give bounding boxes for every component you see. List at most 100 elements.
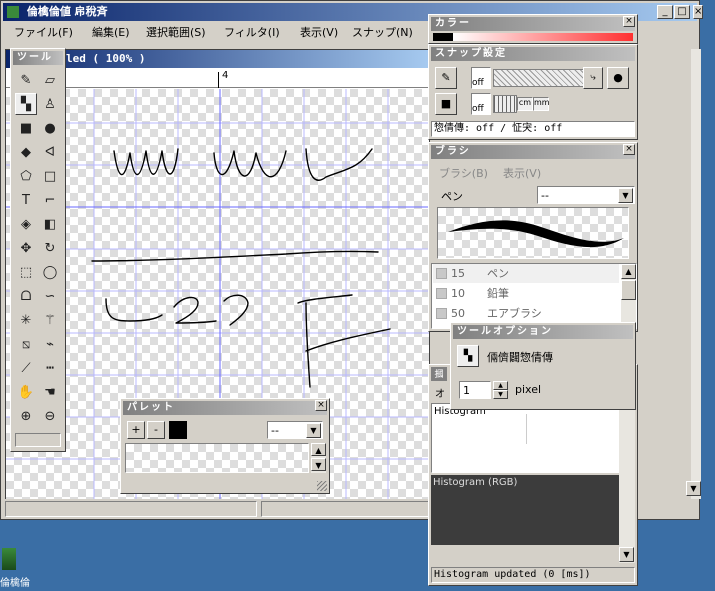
histogram-status: Histogram updated (0 [ms]) — [431, 567, 635, 583]
menu-select[interactable]: 選択範囲(S) — [141, 24, 211, 42]
document-titlebar[interactable]: led ( 100% ) — [6, 50, 429, 68]
main-vertical-scrollbar[interactable]: ▼ — [686, 49, 701, 499]
brush-select-arrow[interactable]: ▼ — [618, 188, 633, 203]
menu-file[interactable]: ファイル(F) — [9, 24, 78, 42]
snap-off-toggle-2[interactable]: off — [471, 93, 491, 115]
tool-option-size-input[interactable]: 1 — [459, 381, 491, 399]
line-tool-icon[interactable]: ⌐ — [39, 189, 61, 211]
desktop-app-icon — [2, 548, 16, 570]
zoom-in-tool-icon[interactable]: ⊕ — [15, 405, 37, 427]
brush-list-item[interactable]: 10 鉛筆 — [433, 284, 619, 303]
gradient-tool-icon[interactable]: ◧ — [39, 213, 61, 235]
snap-pen-icon[interactable]: ✎ — [435, 67, 457, 89]
document-title: led ( 100% ) — [66, 52, 146, 65]
color-palette-title[interactable]: カラー — [431, 17, 635, 31]
palette-select[interactable]: -- ▼ — [267, 421, 323, 439]
histogram-panel-1: Histogram — [431, 403, 619, 473]
menu-edit[interactable]: 編集(E) — [87, 24, 135, 42]
maximize-button[interactable]: □ — [674, 5, 690, 19]
smudge-tool-icon[interactable]: ⌁ — [39, 333, 61, 355]
dot-tool-icon[interactable]: ▚ — [15, 93, 37, 115]
color-bar[interactable] — [433, 33, 633, 41]
palette-select-arrow[interactable]: ▼ — [306, 423, 321, 438]
brush-list-scroll-up[interactable]: ▲ — [621, 264, 636, 279]
palette-scrollbar[interactable]: ▲ ▼ — [311, 443, 326, 473]
brush-select[interactable]: -- ▼ — [537, 186, 635, 204]
palette-title[interactable]: パレット — [123, 401, 327, 415]
brush-menu-view[interactable]: 表示(V) — [503, 165, 541, 181]
histogram-status-text: Histogram updated (0 [ms]) — [434, 569, 591, 580]
rect-select-tool-icon[interactable]: ⬚ — [15, 261, 37, 283]
toolbox-title[interactable]: ツール — [13, 51, 63, 65]
snap-unit-cm[interactable]: cm — [517, 97, 533, 111]
brush-list-scrollbar[interactable]: ▲ — [621, 264, 636, 328]
rect-fill-tool-icon[interactable]: ■ — [15, 117, 37, 139]
polygon-tool-icon[interactable]: ⬠ — [15, 165, 37, 187]
palette-scroll-up[interactable]: ▲ — [311, 443, 326, 456]
histogram-tab-small[interactable]: 摑 — [431, 367, 447, 381]
zoom-out-tool-icon[interactable]: ⊖ — [39, 405, 61, 427]
desktop-icon[interactable]: 倫檎倫 — [0, 548, 40, 591]
text-tool-icon[interactable]: T — [15, 189, 37, 211]
tool-option-size-up[interactable]: ▲ — [493, 381, 508, 390]
palette-swatch-area[interactable] — [125, 443, 309, 473]
snap-curve-icon[interactable]: ⤷ — [583, 67, 603, 89]
move-tool-icon[interactable]: ✥ — [15, 237, 37, 259]
snap-circle-icon[interactable]: ● — [607, 67, 629, 89]
histogram-scroll-down[interactable]: ▼ — [619, 547, 634, 562]
snap-off-toggle-1[interactable]: off — [471, 67, 491, 89]
hand-tool-icon[interactable]: ✋ — [15, 381, 37, 403]
transform-tool-icon[interactable]: ⧅ — [15, 333, 37, 355]
menu-view[interactable]: 表示(V) — [295, 24, 343, 42]
palette-add-button[interactable]: + — [127, 421, 145, 439]
pen-tool-icon[interactable]: ✎ — [15, 69, 37, 91]
palette-resize-grip[interactable] — [317, 481, 327, 491]
wand-tool-icon[interactable]: ⚚ — [39, 309, 61, 331]
rotate-tool-icon[interactable]: ↻ — [39, 237, 61, 259]
minimize-button[interactable]: _ — [657, 5, 673, 19]
scroll-down-arrow[interactable]: ▼ — [686, 481, 701, 496]
palette-scroll-down[interactable]: ▼ — [311, 458, 326, 471]
palette-close-button[interactable]: × — [315, 400, 327, 411]
ellipse-fill-tool-icon[interactable]: ● — [39, 117, 61, 139]
tool-option-size-down[interactable]: ▼ — [493, 390, 508, 399]
color-palette-close[interactable]: × — [623, 16, 635, 27]
brush-list-item[interactable]: 15 ペン — [433, 264, 619, 283]
ellipse-select-tool-icon[interactable]: ◯ — [39, 261, 61, 283]
palette-select-value: -- — [271, 424, 279, 437]
brush-list-item[interactable]: 50 エアブラシ — [433, 304, 619, 323]
brush-list[interactable]: 15 ペン 10 鉛筆 50 エアブラシ ▲ — [431, 263, 637, 329]
brush-title[interactable]: ブラシ — [431, 145, 635, 159]
eyedropper-tool-icon[interactable]: ⟋ — [15, 357, 37, 379]
measure-tool-icon[interactable]: ┅ — [39, 357, 61, 379]
palette-color-swatch[interactable] — [169, 421, 187, 439]
eraser-tool-icon[interactable]: ▱ — [39, 69, 61, 91]
palette-remove-button[interactable]: - — [147, 421, 165, 439]
tool-option-mode: 倆儕闢惣倩傳 — [487, 351, 553, 364]
lasso-tool-icon[interactable]: ᗝ — [15, 285, 37, 307]
menu-snap[interactable]: スナップ(N) — [347, 24, 418, 42]
brush-menu-brush[interactable]: ブラシ(B) — [439, 165, 488, 181]
status-pane-1 — [5, 501, 257, 517]
brush-close[interactable]: × — [623, 144, 635, 155]
close-button[interactable]: × — [693, 5, 703, 19]
histogram-tab-label[interactable]: オ — [435, 385, 445, 400]
rect-tool-icon[interactable]: □ — [39, 165, 61, 187]
snap-square-icon[interactable]: ■ — [435, 93, 457, 115]
histogram-scrollbar[interactable]: ▼ — [619, 403, 635, 563]
rotate-view-tool-icon[interactable]: ☚ — [39, 381, 61, 403]
tool-option-icon: ▚ — [457, 345, 479, 367]
freeform-select-tool-icon[interactable]: ∽ — [39, 285, 61, 307]
tool-option-title[interactable]: ツールオプション — [453, 325, 633, 339]
polygon-fill-tool-icon[interactable]: ◆ — [15, 141, 37, 163]
lasso-fill-tool-icon[interactable]: ᐊ — [39, 141, 61, 163]
bucket-tool-icon[interactable]: ◈ — [15, 213, 37, 235]
magic-wand-tool-icon[interactable]: ✳ — [15, 309, 37, 331]
snap-ruler-icon[interactable] — [493, 95, 517, 113]
horizontal-ruler: 4 — [6, 68, 429, 88]
snap-unit-mm[interactable]: mm — [533, 97, 550, 111]
menu-filter[interactable]: フィルタ(I) — [219, 24, 285, 42]
snap-title[interactable]: スナップ設定 — [431, 47, 635, 61]
stamp-tool-icon[interactable]: ♙ — [39, 93, 61, 115]
brush-list-thumb[interactable] — [621, 280, 636, 300]
